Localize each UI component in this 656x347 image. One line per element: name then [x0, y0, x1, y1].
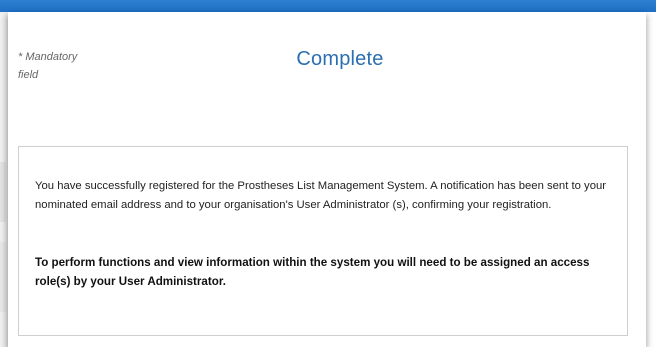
confirmation-message-box: You have successfully registered for the…: [18, 146, 628, 336]
page-title: Complete: [296, 48, 384, 70]
left-edge-segment: [0, 242, 6, 312]
success-message: You have successfully registered for the…: [35, 180, 607, 211]
mandatory-note-line: * Mandatory: [18, 51, 78, 63]
left-edge-background: [0, 12, 8, 347]
left-edge-segment: [0, 162, 6, 222]
top-header-bar: [0, 0, 656, 12]
access-role-notice: To perform functions and view informatio…: [35, 256, 590, 288]
mandatory-note-line: field: [18, 69, 39, 81]
mandatory-field-note: * Mandatory field: [18, 48, 108, 84]
